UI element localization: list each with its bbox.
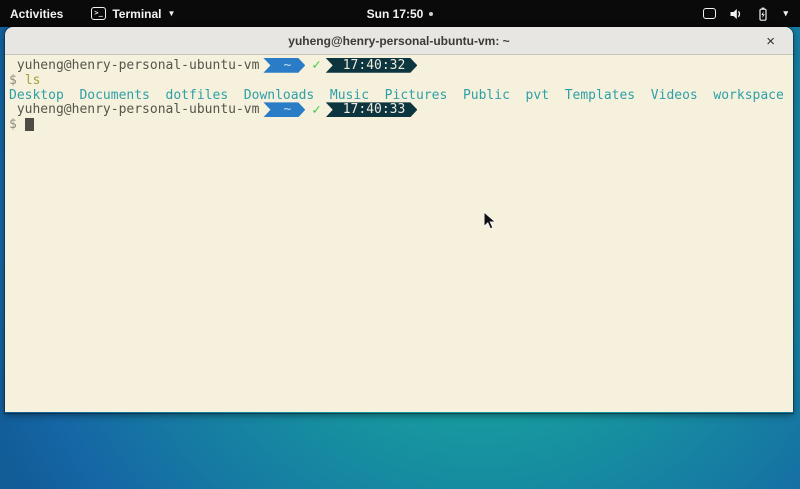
prompt-symbol: $ xyxy=(9,117,17,132)
prompt-path-segment: ~ xyxy=(263,58,305,73)
app-menu-terminal[interactable]: >_ Terminal ▼ xyxy=(87,0,179,27)
prompt-time: 17:40:33 xyxy=(343,102,406,117)
battery-charging-icon xyxy=(756,7,770,21)
prompt-user: yuheng@henry-personal-ubuntu-vm xyxy=(9,58,259,73)
prompt-time-segment: 17:40:33 xyxy=(326,102,418,117)
window-title: yuheng@henry-personal-ubuntu-vm: ~ xyxy=(288,34,509,48)
terminal-app-icon-glyph: >_ xyxy=(94,10,102,17)
prompt-time: 17:40:32 xyxy=(343,58,406,73)
terminal-cursor xyxy=(25,118,34,131)
terminal-window: yuheng@henry-personal-ubuntu-vm: ~ × yuh… xyxy=(5,27,793,413)
prompt-path: ~ xyxy=(283,102,291,117)
chevron-down-icon: ▼ xyxy=(167,10,175,18)
prompt-line-1: yuheng@henry-personal-ubuntu-vm ~ ✓ 17:4… xyxy=(9,58,793,73)
prompt-symbol: $ xyxy=(9,73,17,88)
prompt-time-segment: 17:40:32 xyxy=(326,58,418,73)
input-line: $ xyxy=(9,117,793,132)
screen-icon xyxy=(703,8,716,19)
terminal-app-icon: >_ xyxy=(91,7,106,20)
terminal-screen[interactable]: yuheng@henry-personal-ubuntu-vm ~ ✓ 17:4… xyxy=(5,55,793,412)
app-menu-label: Terminal xyxy=(112,7,161,21)
command-text: ls xyxy=(25,73,41,88)
activities-button[interactable]: Activities xyxy=(0,0,73,27)
check-icon: ✓ xyxy=(312,102,320,118)
clock-label: Sun 17:50 xyxy=(367,7,424,21)
prompt-path-segment: ~ xyxy=(263,102,305,117)
chevron-down-icon: ▾ xyxy=(783,9,788,18)
prompt-line-2: yuheng@henry-personal-ubuntu-vm ~ ✓ 17:4… xyxy=(9,102,793,117)
volume-icon xyxy=(729,7,743,21)
top-bar: Activities >_ Terminal ▼ Sun 17:50 ▾ xyxy=(0,0,800,27)
close-button[interactable]: × xyxy=(766,27,775,55)
system-status-menu[interactable]: ▾ xyxy=(691,0,800,27)
top-bar-left: Activities >_ Terminal ▼ xyxy=(0,0,179,27)
command-line: $ ls xyxy=(9,73,793,88)
prompt-path: ~ xyxy=(283,58,291,73)
check-icon: ✓ xyxy=(312,57,320,73)
window-titlebar[interactable]: yuheng@henry-personal-ubuntu-vm: ~ × xyxy=(5,27,793,55)
mouse-cursor xyxy=(483,211,497,232)
ls-output: Desktop Documents dotfiles Downloads Mus… xyxy=(9,88,793,103)
notification-dot-icon xyxy=(429,12,433,16)
prompt-user: yuheng@henry-personal-ubuntu-vm xyxy=(9,102,259,117)
